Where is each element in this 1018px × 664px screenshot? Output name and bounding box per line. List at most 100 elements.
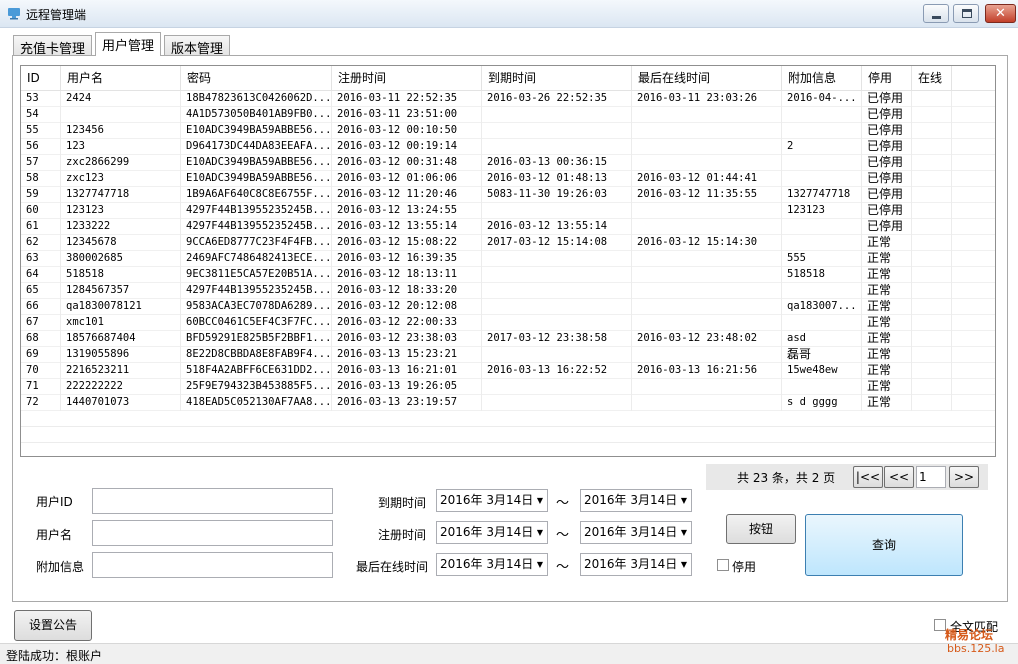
cell-register-time: 2016-03-13 23:19:57 — [332, 395, 482, 411]
table-row[interactable]: 70 2216523211 518F4A2ABFF6CE631DD2... 2016-… — [21, 363, 995, 379]
table-row[interactable]: 63 380002685 2469AFC7486482413ECE... 2016-0… — [21, 251, 995, 267]
cell-id: 53 — [21, 91, 61, 107]
column-header-extra-info[interactable]: 附加信息 — [782, 66, 862, 91]
cell-expire-time: 2016-03-12 01:48:13 — [482, 171, 632, 187]
range-separator: ～ — [556, 528, 570, 543]
cell-id: 54 — [21, 107, 61, 123]
cell-online — [912, 187, 952, 203]
cell-id: 66 — [21, 299, 61, 315]
disabled-checkbox[interactable] — [717, 559, 729, 571]
next-page-button[interactable]: >> — [949, 466, 979, 488]
column-header-username[interactable]: 用户名 — [61, 66, 181, 91]
tab-recharge-cards[interactable]: 充值卡管理 — [13, 35, 93, 57]
cell-register-time: 2016-03-12 22:00:33 — [332, 315, 482, 331]
cell-expire-time — [482, 299, 632, 315]
cell-extra-info: 123123 — [782, 203, 862, 219]
minimize-button[interactable] — [923, 4, 949, 23]
table-row[interactable]: 54 4A1D573050B401AB9FB0... 2016-03-11 23:5… — [21, 107, 995, 123]
cell-username: zxc123 — [61, 171, 181, 187]
cell-last-online: 2016-03-12 15:14:30 — [632, 235, 782, 251]
column-header-id[interactable]: ID — [21, 66, 61, 91]
column-header-expire-time[interactable]: 到期时间 — [482, 66, 632, 91]
table-row[interactable]: 62 12345678 9CCA6ED8777C23F4F4FB... 2016-03… — [21, 235, 995, 251]
register-time-label: 注册时间 — [378, 528, 427, 542]
cell-extra-info: asd — [782, 331, 862, 347]
column-header-online[interactable]: 在线 — [912, 66, 952, 91]
cell-extra-info — [782, 171, 862, 187]
table-row[interactable]: 68 18576687404 BFD59291E825B5F2BBF1... 2016… — [21, 331, 995, 347]
cell-online — [912, 155, 952, 171]
cell-last-online: 2016-03-12 01:44:41 — [632, 171, 782, 187]
last-online-from-date[interactable]: 2016年 3月14日 ▼ — [436, 553, 548, 576]
first-page-button[interactable]: |<< — [853, 466, 883, 488]
cell-expire-time: 2017-03-12 15:14:08 — [482, 235, 632, 251]
tab-version-management[interactable]: 版本管理 — [164, 35, 231, 57]
pager-info: 共 23 条，共 2 页 — [737, 471, 836, 485]
table-row[interactable]: 69 1319055896 8E22D8CBBDA8E8FAB9F4... 2016-… — [21, 347, 995, 363]
column-header-last-online[interactable]: 最后在线时间 — [632, 66, 782, 91]
cell-id: 65 — [21, 283, 61, 299]
extra-info-input[interactable] — [92, 552, 333, 578]
maximize-button[interactable] — [953, 4, 979, 23]
table-row[interactable]: 72 1440701073 418EAD5C052130AF7AA8... 2016-… — [21, 395, 995, 411]
cell-password: 4A1D573050B401AB9FB0... — [181, 107, 332, 123]
cell-extra-info — [782, 379, 862, 395]
table-row[interactable]: 55 123456 E10ADC3949BA59ABBE56... 2016-03-1… — [21, 123, 995, 139]
cell-register-time: 2016-03-12 01:06:06 — [332, 171, 482, 187]
cell-register-time: 2016-03-12 00:10:50 — [332, 123, 482, 139]
table-row[interactable]: 58 zxc123 E10ADC3949BA59ABBE56... 2016-03-1… — [21, 171, 995, 187]
table-row[interactable]: 59 1327747718 1B9A6AF640C8C8E6755F... 2016-… — [21, 187, 995, 203]
column-header-password[interactable]: 密码 — [181, 66, 332, 91]
user-id-input[interactable] — [92, 488, 333, 514]
table-row[interactable]: 64 518518 9EC3811E5CA57E20B51A... 2016-03-1… — [21, 267, 995, 283]
cell-id: 63 — [21, 251, 61, 267]
table-row[interactable]: 65 1284567357 4297F44B13955235245B... 2016-… — [21, 283, 995, 299]
table-row[interactable]: 56 123 D964173DC44DA83EEAFA... 2016-03-12 0… — [21, 139, 995, 155]
expire-to-date[interactable]: 2016年 3月14日 ▼ — [580, 489, 692, 512]
table-row[interactable]: 57 zxc2866299 E10ADC3949BA59ABBE56... 2016-… — [21, 155, 995, 171]
users-table[interactable]: ID 用户名 密码 注册时间 到期时间 最后在线时间 附加信息 停用 在线 53 2424 18B4… — [20, 65, 996, 457]
register-to-date[interactable]: 2016年 3月14日 ▼ — [580, 521, 692, 544]
cell-online — [912, 219, 952, 235]
generic-button[interactable]: 按钮 — [726, 514, 796, 544]
column-header-disabled[interactable]: 停用 — [862, 66, 912, 91]
status-bar: 登陆成功：根账户 — [0, 643, 1018, 664]
cell-expire-time — [482, 267, 632, 283]
expire-from-date[interactable]: 2016年 3月14日 ▼ — [436, 489, 548, 512]
cell-disabled: 已停用 — [862, 187, 912, 203]
cell-last-online — [632, 219, 782, 235]
column-header-register-time[interactable]: 注册时间 — [332, 66, 482, 91]
cell-id: 56 — [21, 139, 61, 155]
prev-page-button[interactable]: << — [884, 466, 914, 488]
cell-password: 18B47823613C0426062D... — [181, 91, 332, 107]
table-row[interactable]: 66 qa1830078121 9583ACA3EC7078DA6289... 201… — [21, 299, 995, 315]
cell-last-online — [632, 251, 782, 267]
last-online-to-date[interactable]: 2016年 3月14日 ▼ — [580, 553, 692, 576]
table-row[interactable]: 60 123123 4297F44B13955235245B... 2016-03-1… — [21, 203, 995, 219]
cell-username: 123456 — [61, 123, 181, 139]
cell-online — [912, 331, 952, 347]
tab-user-management[interactable]: 用户管理 — [95, 32, 162, 56]
page-number-input[interactable] — [916, 466, 946, 488]
cell-disabled: 正常 — [862, 379, 912, 395]
cell-id: 69 — [21, 347, 61, 363]
table-row[interactable]: 53 2424 18B47823613C0426062D... 2016-03-11 … — [21, 91, 995, 107]
app-icon — [8, 8, 20, 20]
cell-expire-time — [482, 123, 632, 139]
username-input[interactable] — [92, 520, 333, 546]
cell-password: E10ADC3949BA59ABBE56... — [181, 123, 332, 139]
set-announcement-button[interactable]: 设置公告 — [14, 610, 92, 641]
cell-last-online — [632, 347, 782, 363]
cell-expire-time: 5083-11-30 19:26:03 — [482, 187, 632, 203]
table-row[interactable]: 61 1233222 4297F44B13955235245B... 2016-03-… — [21, 219, 995, 235]
cell-password: 9EC3811E5CA57E20B51A... — [181, 267, 332, 283]
close-button[interactable]: ✕ — [985, 4, 1016, 23]
cell-password: D964173DC44DA83EEAFA... — [181, 139, 332, 155]
table-row[interactable]: 71 222222222 25F9E794323B453885F5... 2016-0… — [21, 379, 995, 395]
register-from-date[interactable]: 2016年 3月14日 ▼ — [436, 521, 548, 544]
table-row[interactable]: 67 xmc101 60BCC0461C5EF4C3F7FC... 2016-03-1… — [21, 315, 995, 331]
disabled-label: 停用 — [732, 560, 757, 574]
query-button[interactable]: 查询 — [805, 514, 963, 576]
cell-password: 4297F44B13955235245B... — [181, 203, 332, 219]
close-icon: ✕ — [995, 6, 1006, 21]
